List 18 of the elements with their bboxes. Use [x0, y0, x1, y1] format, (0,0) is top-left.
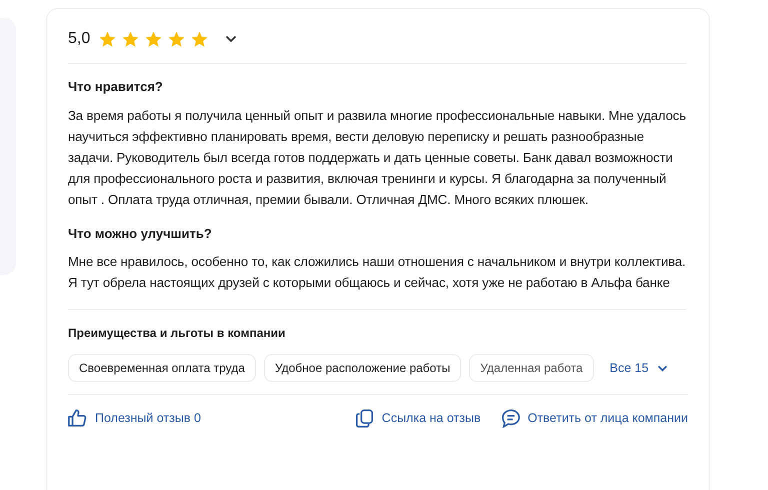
chevron-down-icon[interactable]: [225, 35, 238, 43]
section-heading: Что можно улучшить?: [68, 224, 213, 243]
benefit-tag: Своевременная оплата труда: [68, 354, 256, 382]
benefits-title: Преимущества и льготы в компании: [68, 325, 286, 342]
benefit-tag: Удаленная работа: [469, 354, 594, 382]
benefit-tag: Удобное расположение работы: [264, 354, 462, 382]
section-heading: Что нравится?: [68, 78, 164, 96]
chat-bubble-icon: [500, 409, 520, 428]
chevron-down-icon: [656, 364, 668, 372]
action-link[interactable]: Полезный отзыв 0: [68, 409, 201, 428]
show-all-button[interactable]: Все 15: [610, 358, 668, 378]
action-link[interactable]: Ответить от лица компании: [500, 409, 688, 428]
copy-icon: [354, 409, 374, 428]
action-link[interactable]: Ссылка на отзыв: [354, 409, 481, 428]
review-text: За время работы я получила ценный опыт и развила многие профессиональные навыки. Мне удалось научиться эффективно планировать время, вести деловую переписку и решать разнообразные задачи. Руководитель был всегда готов поддержать и дать ценные советы. Банк давал возможности для профессионального роста и развития, включая тренинги и курсы. Я благодарна за полученный опыт . Оплата труда отличная, премии бывали. Отличная ДМС. Много всяких плюшек.: [68, 106, 686, 209]
rating-value: 5,0: [68, 29, 90, 49]
review-text: Мне все нравилось, особенно то, как сложились наши отношения с начальником и внутри коллектива. Я тут обрела настоящих друзей с которыми общаюсь и сейчас, хотя уже не работаю в Альфа банке: [68, 253, 686, 292]
thumbs-up-icon: [68, 409, 87, 428]
